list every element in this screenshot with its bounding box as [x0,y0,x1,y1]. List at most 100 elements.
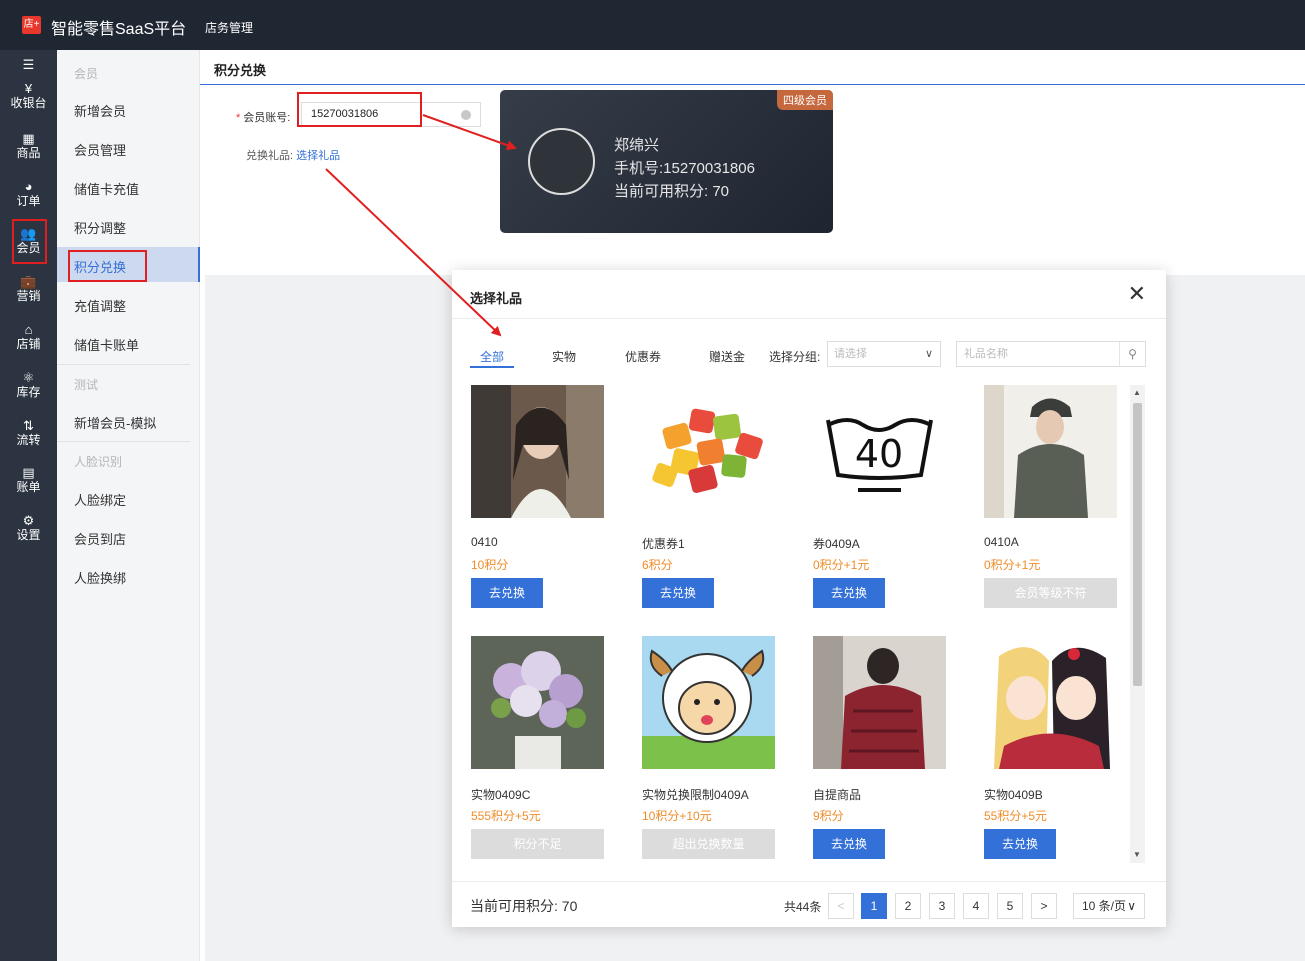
submenu-item-face-bind[interactable]: 人脸绑定 [74,490,126,509]
tab-active-underline [470,366,514,368]
scroll-up-icon[interactable]: ▲ [1133,388,1141,397]
tab-physical[interactable]: 实物 [552,348,576,365]
group-select[interactable]: 请选择 ∨ [827,341,941,367]
gear-icon: ⚙ [22,513,35,528]
member-phone: 手机号:15270031806 [614,160,755,177]
dialog-header-divider [452,318,1166,319]
avatar [528,128,595,195]
sidebar-item-settings[interactable]: ⚙ 设置 [0,513,57,543]
product-price: 0积分+1元 [984,558,1041,572]
page-button[interactable]: 3 [929,893,955,919]
product-price: 9积分 [813,809,844,823]
exchange-button[interactable]: 去兑换 [813,829,885,859]
exchange-button[interactable]: 去兑换 [813,578,885,608]
select-gift-link[interactable]: 选择礼品 [296,150,340,162]
page-button[interactable]: 1 [861,893,887,919]
submenu-item-card-recharge[interactable]: 储值卡充值 [74,179,139,198]
chevron-down-icon: ∨ [924,348,933,360]
exchange-button[interactable]: 去兑换 [984,829,1056,859]
exchange-button[interactable]: 去兑换 [642,578,714,608]
available-points: 当前可用积分: 70 [470,898,578,914]
menu-toggle[interactable]: ☰ [0,58,57,72]
submenu-active-indicator [198,247,200,282]
sidebar-item-orders[interactable]: ◕ 订单 [0,179,57,209]
member-level-badge: 四级会员 [777,90,833,110]
sidebar-item-marketing[interactable]: 💼 营销 [0,274,57,304]
submenu-item-member-management[interactable]: 会员管理 [74,140,126,159]
clear-icon[interactable] [461,110,471,120]
product-name: 券0409A [813,537,860,551]
group-select-label: 选择分组: [769,350,821,364]
product-image [984,636,1117,769]
scroll-down-icon[interactable]: ▼ [1133,850,1141,859]
submenu-item-recharge-adjust[interactable]: 充值调整 [74,296,126,315]
title-underline [200,84,1305,85]
next-page-button[interactable]: > [1031,893,1057,919]
svg-text:40: 40 [855,432,903,476]
submenu-item-add-member-mock[interactable]: 新增会员-模拟 [74,413,156,432]
submenu-item-add-member[interactable]: 新增会员 [74,101,126,120]
bill-icon: ▤ [22,465,35,480]
product-image: 40 [813,385,946,518]
gift-name-search-input[interactable]: 礼品名称 ⚲ [956,341,1146,367]
logo: 店+ [22,16,41,34]
product-name: 自提商品 [813,788,862,802]
gift-label: 兑换礼品: 选择礼品 [246,150,341,162]
exchange-button[interactable]: 去兑换 [471,578,543,608]
tab-all[interactable]: 全部 [480,348,504,365]
prev-page-button[interactable]: < [828,893,854,919]
exchange-menu-highlight-box [68,250,147,282]
product-name: 实物0409C [471,788,531,802]
menu-icon: ☰ [22,57,35,72]
sidebar-item-cashier[interactable]: ¥ 收银台 [0,82,57,111]
submenu-group-face: 人脸识别 [74,455,123,469]
pie-chart-icon: ◕ [24,179,33,194]
sidebar-item-inventory[interactable]: ⚛ 库存 [0,371,57,400]
top-bar: 店+ 智能零售SaaS平台 店务管理 [0,0,1305,50]
product-image [813,636,946,769]
page-button[interactable]: 2 [895,893,921,919]
tab-gift-money[interactable]: 赠送金 [709,348,745,365]
product-price: 0积分+1元 [813,558,870,572]
insufficient-points-button: 积分不足 [471,829,604,859]
search-icon[interactable]: ⚲ [1119,342,1145,366]
submenu-group-member: 会员 [74,67,99,81]
member-nav-highlight-box [12,219,47,264]
sidebar-item-stores[interactable]: ⌂ 店铺 [0,323,57,352]
page-size-select[interactable]: 10 条/页 ∨ [1073,893,1145,919]
product-image [642,636,775,769]
dialog-footer-divider [452,881,1166,882]
tab-coupon[interactable]: 优惠券 [625,348,661,365]
submenu-divider [57,441,190,442]
chevron-down-icon: ∨ [1127,899,1136,913]
submenu-item-points-adjust[interactable]: 积分调整 [74,218,126,237]
product-name: 实物兑换限制0409A [642,788,749,802]
scrollbar-thumb[interactable] [1133,403,1142,686]
product-price: 55积分+5元 [984,809,1048,823]
page-button[interactable]: 4 [963,893,989,919]
product-price: 10积分 [471,558,509,572]
account-label: * 会员账号: [236,112,291,124]
product-price: 10积分+10元 [642,809,712,823]
briefcase-icon: 💼 [20,274,37,289]
member-points: 当前可用积分: 70 [614,183,730,200]
account-highlight-box [297,92,422,127]
sidebar-item-transfer[interactable]: ⇅ 流转 [0,418,57,448]
sidebar-item-bills[interactable]: ▤ 账单 [0,465,57,495]
product-image [984,385,1117,518]
submenu-item-member-arrival[interactable]: 会员到店 [74,529,126,548]
grid-icon: ▦ [22,131,35,146]
total-count: 共44条 [784,900,822,914]
top-nav-store-management[interactable]: 店务管理 [205,19,253,36]
product-name: 实物0409B [984,788,1043,802]
close-icon[interactable]: ✕ [1128,283,1146,305]
member-submenu: 会员 新增会员 会员管理 储值卡充值 积分调整 积分兑换 充值调整 储值卡账单 … [57,50,200,961]
page-button[interactable]: 5 [997,893,1023,919]
submenu-item-face-rebind[interactable]: 人脸换绑 [74,568,126,587]
product-image [642,385,775,518]
icon-sidebar: ☰ ¥ 收银台 ▦ 商品 ◕ 订单 👥 会员 💼 营销 ⌂ 店铺 ⚛ 库存 ⇅ … [0,50,57,961]
transfer-icon: ⇅ [23,418,34,433]
dialog-title: 选择礼品 [470,291,523,306]
sidebar-item-products[interactable]: ▦ 商品 [0,131,57,161]
submenu-item-card-bills[interactable]: 储值卡账单 [74,335,139,354]
